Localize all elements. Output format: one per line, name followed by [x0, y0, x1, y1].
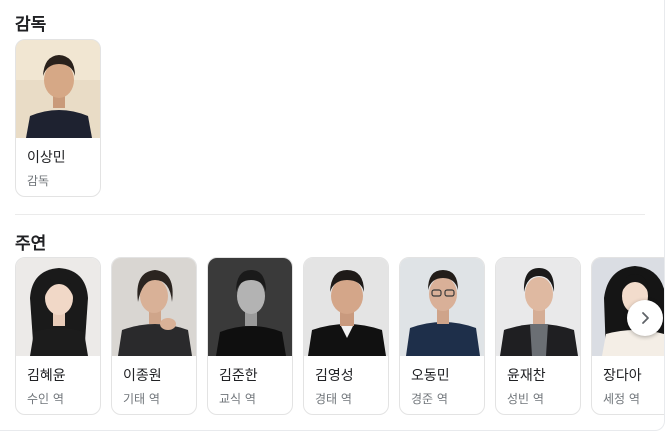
cast-role: 경태 역 — [315, 392, 352, 406]
next-button[interactable] — [627, 300, 663, 336]
cast-name: 오동민 — [411, 368, 450, 384]
director-name: 이상민 — [27, 150, 66, 166]
director-photo — [16, 40, 100, 138]
cast-name: 김혜윤 — [27, 368, 66, 384]
cast-role: 세정 역 — [603, 392, 640, 406]
director-section-title: 감독 — [15, 15, 47, 35]
director-role: 감독 — [27, 174, 50, 188]
cast-role: 수인 역 — [27, 392, 64, 406]
section-divider — [15, 214, 645, 215]
cast-crew-panel: 감독 이상민 감독 주연 김혜윤 수인 역 이종원 기태 역 김준한 교식 역 … — [0, 0, 665, 431]
cast-role: 성빈 역 — [507, 392, 544, 406]
cast-role: 교식 역 — [219, 392, 256, 406]
cast-role: 기태 역 — [123, 392, 160, 406]
cast-photo — [304, 258, 388, 356]
cast-card-6[interactable]: 윤재찬 성빈 역 — [495, 257, 581, 415]
cast-photo — [16, 258, 100, 356]
cast-name: 이종원 — [123, 368, 162, 384]
cast-name: 장다아 — [603, 368, 642, 384]
cast-role: 경준 역 — [411, 392, 448, 406]
cast-card-2[interactable]: 이종원 기태 역 — [111, 257, 197, 415]
cast-card-7[interactable]: 장다아 세정 역 — [591, 257, 664, 415]
cast-photo — [112, 258, 196, 356]
cast-photo — [208, 258, 292, 356]
director-card[interactable]: 이상민 감독 — [15, 39, 101, 197]
cast-card-5[interactable]: 오동민 경준 역 — [399, 257, 485, 415]
cast-name: 김준한 — [219, 368, 258, 384]
cast-card-1[interactable]: 김혜윤 수인 역 — [15, 257, 101, 415]
cast-photo — [496, 258, 580, 356]
cast-card-3[interactable]: 김준한 교식 역 — [207, 257, 293, 415]
cast-name: 김영성 — [315, 368, 354, 384]
cast-photo — [400, 258, 484, 356]
cast-section-title: 주연 — [15, 234, 47, 254]
cast-name: 윤재찬 — [507, 368, 546, 384]
cast-card-4[interactable]: 김영성 경태 역 — [303, 257, 389, 415]
chevron-right-icon — [642, 312, 649, 324]
